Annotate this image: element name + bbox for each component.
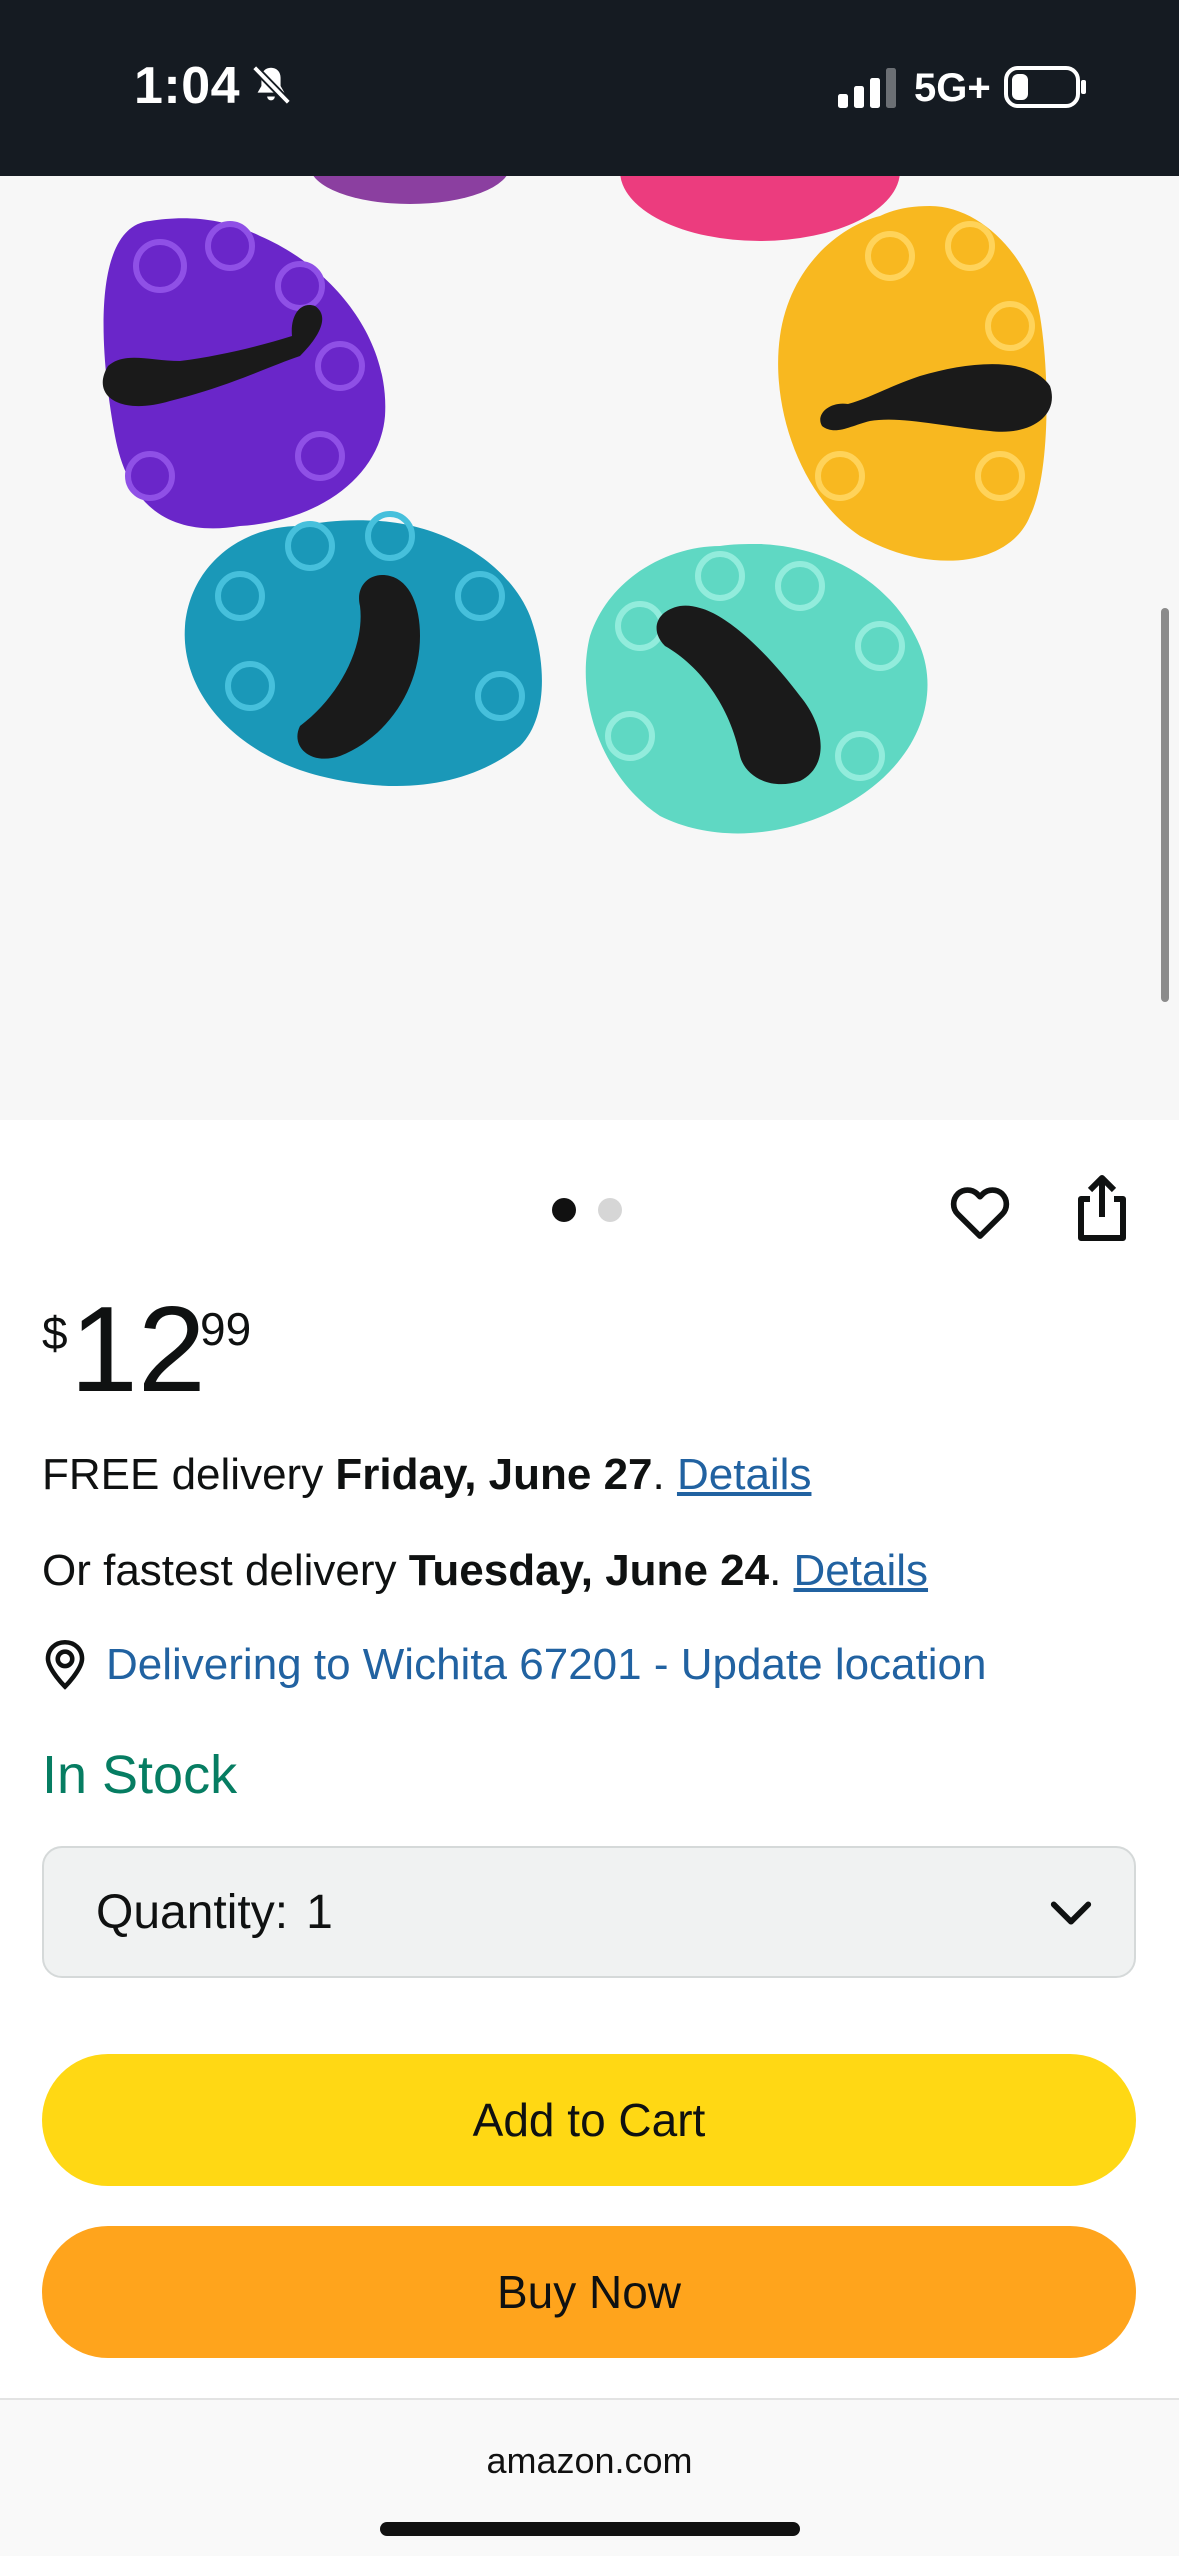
home-indicator[interactable] <box>380 2522 800 2536</box>
share-icon[interactable] <box>1072 1172 1132 1244</box>
carousel-dot-1[interactable] <box>552 1198 576 1222</box>
free-delivery-line: FREE delivery Friday, June 27. Details <box>42 1450 811 1500</box>
fastest-delivery-date: Tuesday, June 24 <box>408 1546 770 1595</box>
carousel-dot-2[interactable] <box>598 1198 622 1222</box>
free-delivery-date: Friday, June 27 <box>335 1450 653 1499</box>
status-bar: 1:04 5G+ <box>0 0 1179 176</box>
quantity-dropdown[interactable]: Quantity: 1 <box>42 1846 1136 1978</box>
location-pin-icon <box>45 1640 85 1690</box>
bell-slash-icon <box>251 65 291 105</box>
battery-icon <box>1004 66 1086 108</box>
quantity-label: Quantity: <box>96 1885 289 1939</box>
heart-icon[interactable] <box>946 1178 1014 1246</box>
stock-status: In Stock <box>42 1745 238 1805</box>
fastest-delivery-details-link[interactable]: Details <box>794 1546 929 1595</box>
chevron-down-icon <box>1050 1901 1092 1925</box>
image-carousel-dots[interactable] <box>552 1198 622 1222</box>
add-to-cart-button[interactable]: Add to Cart <box>42 2054 1136 2186</box>
scroll-indicator <box>1161 608 1169 1002</box>
free-delivery-suffix: . <box>652 1450 677 1499</box>
status-time: 1:04 <box>134 57 241 115</box>
quantity-value: 1 <box>306 1885 333 1939</box>
fastest-delivery-suffix: . <box>769 1546 794 1595</box>
free-delivery-details-link[interactable]: Details <box>677 1450 812 1499</box>
peacock-silicone-beads-photo <box>102 176 1052 834</box>
buy-now-button[interactable]: Buy Now <box>42 2226 1136 2358</box>
browser-bottom-bar: amazon.com <box>0 2398 1179 2556</box>
delivery-location[interactable]: Delivering to Wichita 67201 - Update loc… <box>42 1640 986 1690</box>
url-bar[interactable]: amazon.com <box>0 2440 1179 2482</box>
product-image[interactable] <box>0 176 1179 1120</box>
cellular-signal-icon <box>838 68 896 108</box>
free-delivery-prefix: FREE delivery <box>42 1450 336 1499</box>
price-whole: 12 <box>70 1281 206 1417</box>
price-fraction: 99 <box>200 1303 252 1355</box>
fastest-delivery-prefix: Or fastest delivery <box>42 1546 409 1595</box>
price-currency-symbol: $ <box>42 1307 68 1359</box>
location-link[interactable]: Delivering to Wichita 67201 - Update loc… <box>106 1640 986 1690</box>
fastest-delivery-line: Or fastest delivery Tuesday, June 24. De… <box>42 1546 928 1596</box>
network-type: 5G+ <box>914 66 991 110</box>
